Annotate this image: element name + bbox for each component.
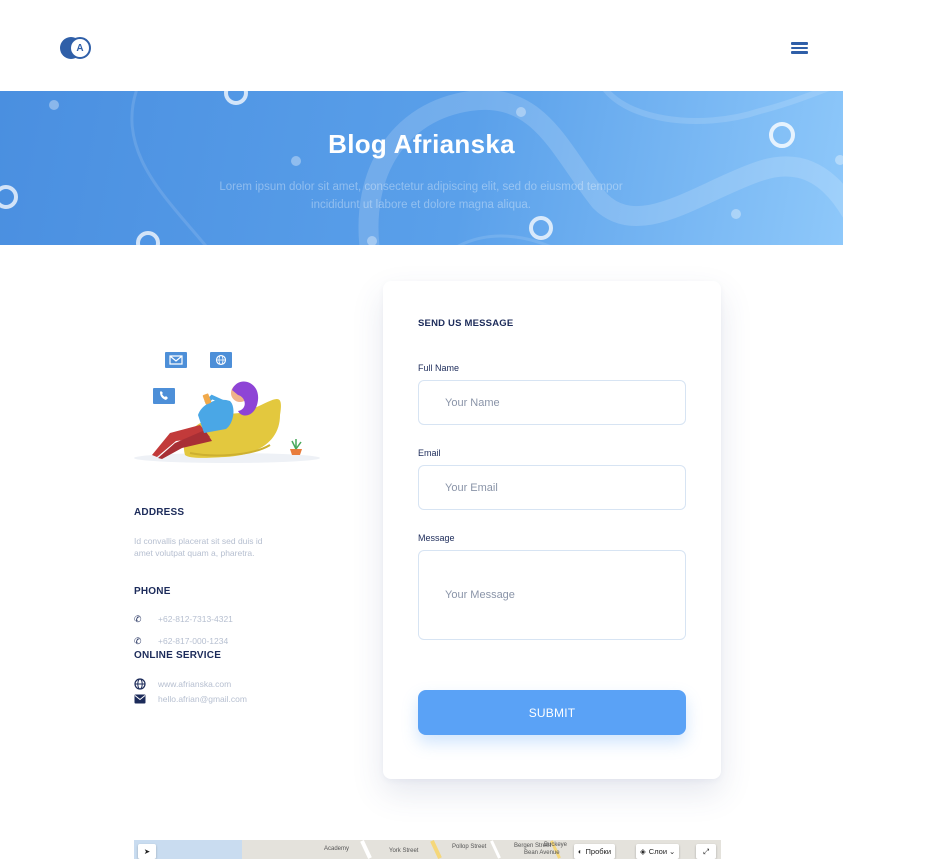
contact-illustration [134,352,320,463]
email-label: Email [418,448,441,458]
traffic-button[interactable]: ◐ Пробки [574,844,616,859]
address-heading: ADDRESS [134,507,185,518]
phone-heading: PHONE [134,586,171,597]
phone-row-1[interactable]: ✆ +62-812-7313-4321 [134,613,233,625]
chevron-down-icon: ⌄ [669,847,676,856]
geolocate-icon[interactable]: ➤ [138,844,156,859]
online-service-heading: ONLINE SERVICE [134,650,222,661]
logo[interactable]: A [60,37,92,59]
traffic-icon: ◐ [578,847,583,856]
email-input[interactable] [418,465,686,510]
map-street-label: Buckeye [544,842,568,848]
layers-button[interactable]: ◈ Слои ⌄ [636,844,680,859]
email-row[interactable]: hello.afrian@gmail.com [134,693,247,705]
submit-button[interactable]: SUBMIT [418,690,686,735]
logo-letter: A [69,37,91,59]
hero-banner: Blog Afrianska Lorem ipsum dolor sit ame… [0,91,843,245]
website-row[interactable]: www.afrianska.com [134,678,231,690]
full-name-input[interactable] [418,380,686,425]
phone-icon: ✆ [134,613,142,624]
phone-number-1: +62-812-7313-4321 [158,614,233,624]
website-link: www.afrianska.com [158,679,232,689]
contact-form-card: SEND US MESSAGE Full Name Email Message … [383,281,721,779]
map-embed[interactable]: Academy York Street Pollop Street Bergen… [134,840,721,859]
traffic-label: Пробки [585,847,612,856]
full-name-label: Full Name [418,363,460,373]
menu-icon[interactable] [791,42,808,56]
address-text: Id convallis placerat sit sed duis id am… [134,536,263,558]
map-street-label: Academy [324,846,350,852]
message-textarea[interactable] [418,550,686,640]
mail-icon [134,694,148,704]
map-street-label: York Street [389,848,419,854]
hero-title: Blog Afrianska [328,129,515,159]
message-label: Message [418,533,455,543]
map-street-label: Bean Avenue [524,850,560,856]
phone-row-2[interactable]: ✆ +62-817-000-1234 [134,635,228,647]
layers-icon: ◈ [640,847,646,856]
layers-label: Слои [648,847,668,856]
phone-number-2: +62-817-000-1234 [158,636,229,646]
map-street-label: Pollop Street [452,844,487,850]
fullscreen-icon[interactable]: ⤢ [696,844,716,859]
site-header: A [0,0,843,91]
phone-icon: ✆ [134,635,142,646]
hero-subtitle: Lorem ipsum dolor sit amet, consectetur … [219,181,623,211]
email-link: hello.afrian@gmail.com [158,694,247,704]
globe-icon [134,678,148,690]
form-title: SEND US MESSAGE [418,318,514,329]
hero-decoration [0,91,843,245]
